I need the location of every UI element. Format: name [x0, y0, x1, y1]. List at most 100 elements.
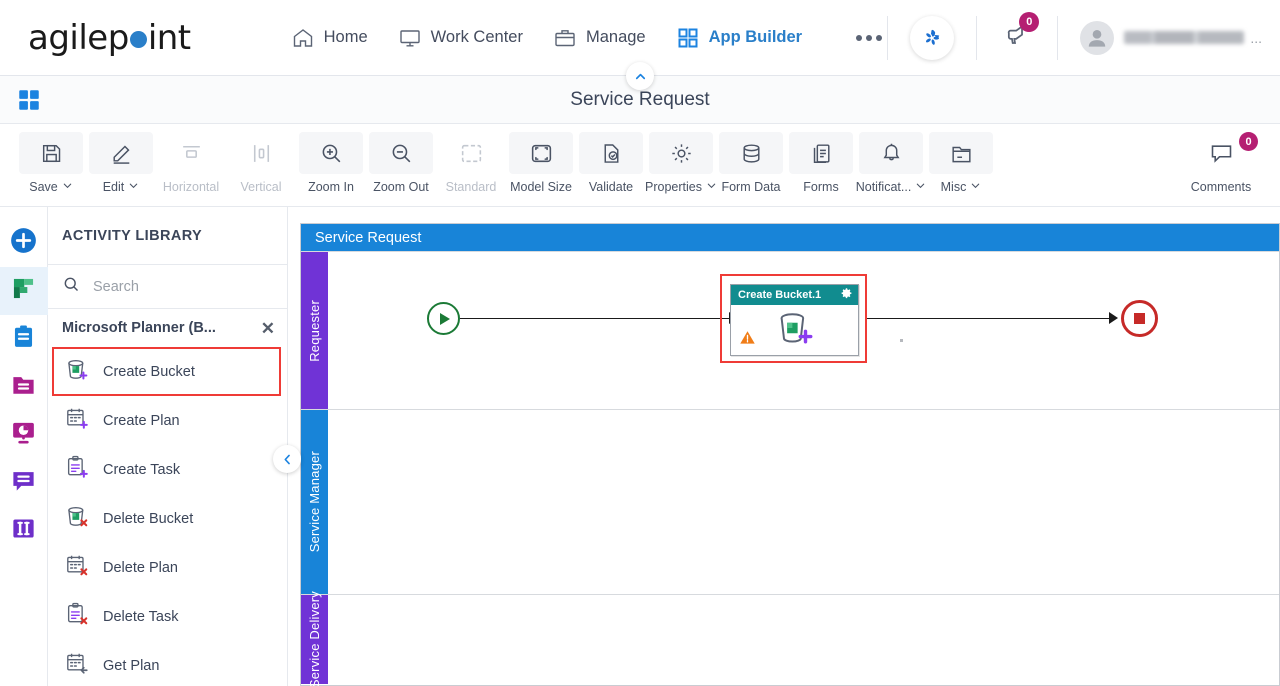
- nav-item-manage[interactable]: Manage: [553, 26, 646, 50]
- toolbar-save-button[interactable]: Save: [16, 132, 86, 194]
- home-icon: [291, 26, 315, 50]
- activity-label-create-plan: Create Plan: [103, 412, 180, 429]
- delete-bucket-icon: [64, 503, 91, 534]
- comments-badge: 0: [1239, 132, 1258, 151]
- nav-overflow-button[interactable]: [856, 34, 883, 41]
- app-title-bar: Service Request: [0, 62, 1280, 124]
- toolbar-misc-button[interactable]: Misc: [926, 132, 996, 194]
- activity-group-label: Microsoft Planner (B...: [62, 320, 216, 336]
- logo-dot-icon: [129, 30, 147, 48]
- collapse-header-button[interactable]: [626, 62, 654, 90]
- start-event[interactable]: [427, 302, 460, 335]
- clipboard-icon: [10, 323, 37, 355]
- logo-text-right: int: [147, 17, 191, 58]
- activity-item-get-plan[interactable]: Get Plan: [48, 641, 287, 686]
- collapse-library-button[interactable]: [273, 445, 301, 473]
- toolbar-horizontal-button[interactable]: Horizontal: [156, 132, 226, 194]
- process-canvas[interactable]: Service Request Requester Create Bucket.…: [288, 207, 1280, 686]
- pencil-icon: [89, 132, 153, 174]
- sequence-flow-2[interactable]: [867, 318, 1115, 319]
- user-name-blurred: [1124, 31, 1245, 44]
- toolbar-form-data-button[interactable]: Form Data: [716, 132, 786, 194]
- swimlane-body-requester[interactable]: Create Bucket.1: [328, 252, 1279, 409]
- page-title: Service Request: [570, 88, 710, 110]
- activity-item-create-task[interactable]: Create Task: [48, 445, 287, 494]
- nav-label-app-builder: App Builder: [708, 28, 803, 46]
- search-input[interactable]: [91, 277, 273, 296]
- close-icon[interactable]: ✕: [261, 320, 275, 337]
- nav-label-manage: Manage: [585, 28, 646, 46]
- rail-item-messages[interactable]: [0, 459, 48, 507]
- rail-item-planner[interactable]: [0, 267, 48, 315]
- main-nav-items: Home Work Center Manage App Builder: [291, 26, 883, 50]
- validate-check-icon: [579, 132, 643, 174]
- user-menu[interactable]: ...: [1080, 20, 1262, 55]
- swimlane-body-service-manager[interactable]: [328, 410, 1279, 594]
- activity-item-create-plan[interactable]: Create Plan: [48, 396, 287, 445]
- activity-item-delete-task[interactable]: Delete Task: [48, 592, 287, 641]
- logo-text-left: agilep: [28, 17, 129, 58]
- swimlane-requester[interactable]: Requester Create Bucket.1: [301, 251, 1279, 409]
- create-task-icon: [64, 454, 91, 485]
- nav-item-app-builder[interactable]: App Builder: [676, 26, 803, 50]
- toolbar-edit-button[interactable]: Edit: [86, 132, 156, 194]
- toolbar-notifications-button[interactable]: Notificat...: [856, 132, 926, 194]
- rail-item-add-activity[interactable]: [0, 219, 48, 267]
- swimlane-label-service-delivery: Service Delivery: [301, 591, 328, 686]
- activity-library-panel: ACTIVITY LIBRARY Microsoft Planner (B...…: [48, 207, 301, 686]
- rail-item-documents[interactable]: [0, 363, 48, 411]
- toolbar-zoom-out-label: Zoom Out: [373, 180, 429, 194]
- main-content-area: ACTIVITY LIBRARY Microsoft Planner (B...…: [0, 207, 1280, 686]
- toolbar-validate-button[interactable]: Validate: [576, 132, 646, 194]
- create-bucket-icon: [64, 356, 91, 387]
- activity-item-delete-bucket[interactable]: Delete Bucket: [48, 494, 287, 543]
- top-nav-right-group: 0 ...: [887, 0, 1280, 75]
- task-create-bucket-1[interactable]: Create Bucket.1: [730, 284, 859, 356]
- chart-monitor-icon: [10, 419, 37, 451]
- gear-icon[interactable]: [840, 287, 853, 303]
- rail-item-tasks[interactable]: [0, 315, 48, 363]
- swimlane-service-delivery[interactable]: Service Delivery: [301, 591, 1279, 686]
- toolbar-save-label: Save: [29, 180, 58, 194]
- toolbar-model-size-label: Model Size: [510, 180, 572, 194]
- activity-item-delete-plan[interactable]: Delete Plan: [48, 543, 287, 592]
- announcements-badge: 0: [1019, 12, 1040, 32]
- toolbar-zoom-in-label: Zoom In: [308, 180, 354, 194]
- toolbar-vertical-button[interactable]: Vertical: [226, 132, 296, 194]
- task-header: Create Bucket.1: [731, 285, 858, 305]
- nav-item-work-center[interactable]: Work Center: [398, 26, 523, 50]
- sequence-flow-1[interactable]: [460, 318, 735, 319]
- nav-label-home: Home: [323, 28, 368, 46]
- announcements-button[interactable]: 0: [1003, 12, 1040, 54]
- toolbar-forms-button[interactable]: Forms: [786, 132, 856, 194]
- activity-item-create-bucket[interactable]: Create Bucket: [52, 347, 281, 396]
- plus-circle-icon: [10, 227, 37, 259]
- toolbar-model-size-button[interactable]: Model Size: [506, 132, 576, 194]
- task-selection-outline[interactable]: Create Bucket.1: [720, 274, 867, 363]
- rail-item-reports[interactable]: [0, 411, 48, 459]
- toolbar-standard-label: Standard: [445, 180, 497, 194]
- agilepoint-logo[interactable]: agilep int: [28, 18, 191, 58]
- activity-list: Create Bucket Create Plan Create Task De…: [48, 347, 287, 686]
- designer-toolbar: Save Edit Horizontal Vertical Zoom In Zo…: [0, 124, 1280, 207]
- toolbar-comments-button[interactable]: 0 Comments: [1176, 132, 1266, 194]
- create-plan-icon: [64, 405, 91, 436]
- briefcase-icon: [553, 26, 577, 50]
- toolbar-zoom-in-button[interactable]: Zoom In: [296, 132, 366, 194]
- save-floppy-icon: [19, 132, 83, 174]
- end-event[interactable]: [1121, 300, 1158, 337]
- chevron-down-icon: [128, 180, 139, 194]
- folder-icon: [10, 371, 37, 403]
- toolbar-zoom-out-button[interactable]: Zoom Out: [366, 132, 436, 194]
- agilepoint-pinwheel-icon[interactable]: [910, 15, 955, 60]
- nav-item-home[interactable]: Home: [291, 26, 368, 50]
- task-body: [731, 305, 858, 356]
- vertical-layout-icon: [229, 132, 293, 174]
- activity-label-get-plan: Get Plan: [103, 657, 160, 674]
- swimlane-body-service-delivery[interactable]: [328, 595, 1279, 684]
- rail-item-columns[interactable]: [0, 507, 48, 555]
- swimlane-service-manager[interactable]: Service Manager: [301, 409, 1279, 594]
- toolbar-properties-button[interactable]: Properties: [645, 132, 716, 194]
- toolbar-standard-button[interactable]: Standard: [436, 132, 506, 194]
- get-plan-icon: [64, 650, 91, 681]
